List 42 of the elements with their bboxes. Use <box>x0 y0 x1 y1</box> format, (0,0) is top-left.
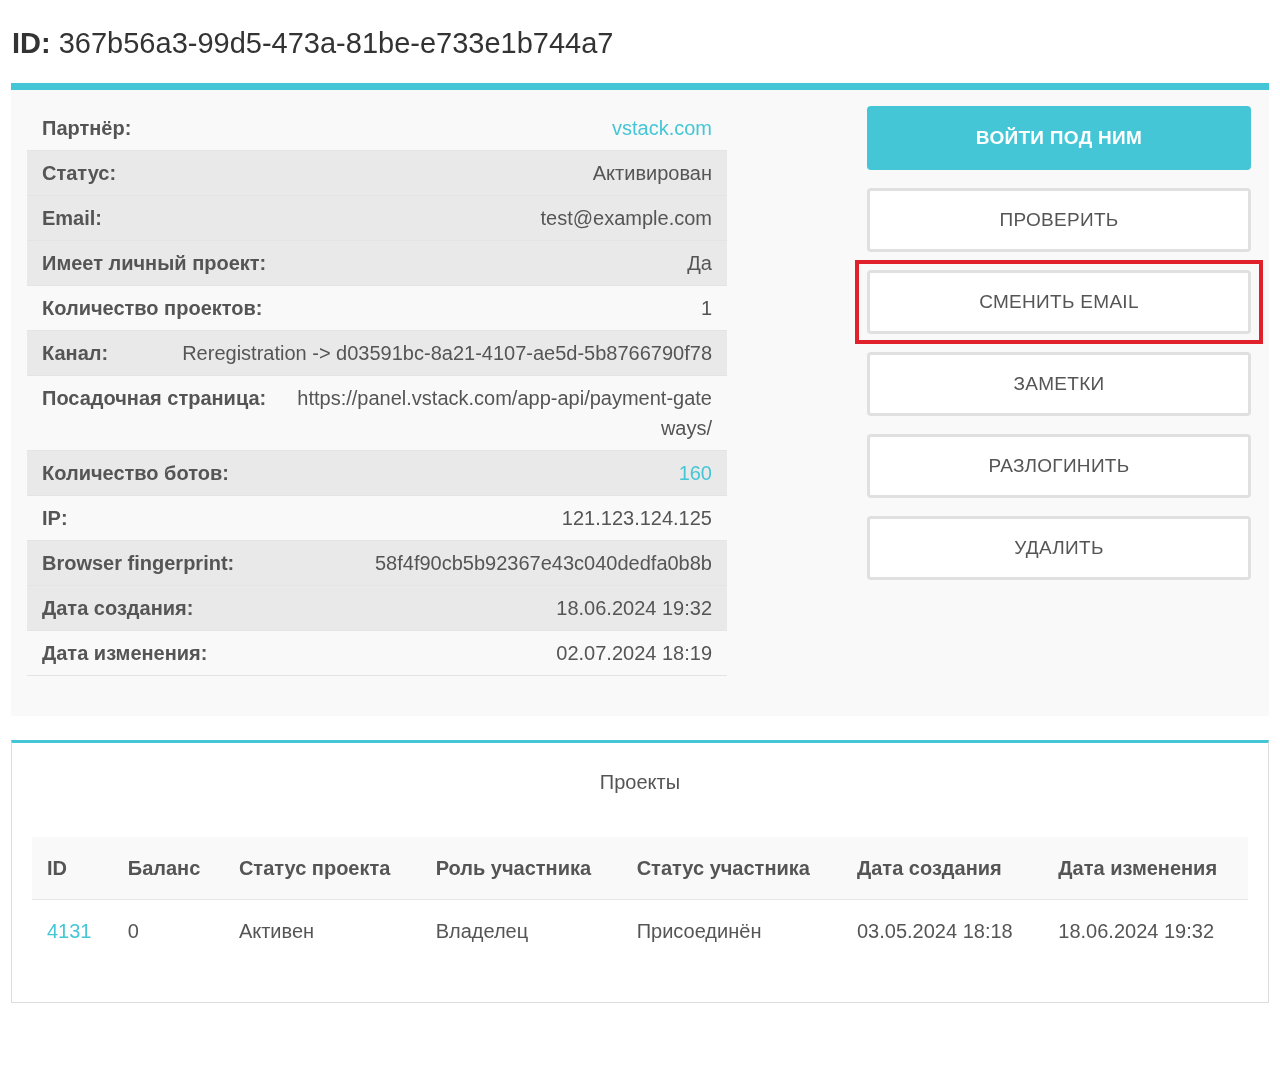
action-button[interactable]: СМЕНИТЬ EMAIL <box>867 269 1251 334</box>
detail-label: Статус: <box>42 160 117 186</box>
column-header: Дата создания <box>842 836 1044 900</box>
detail-value: 02.07.2024 18:19 <box>556 640 712 666</box>
detail-label: Дата создания: <box>42 595 194 621</box>
column-header: Дата изменения <box>1043 836 1248 900</box>
page-title: ID: 367b56a3-99d5-473a-81be-e733e1b744a7 <box>12 26 615 61</box>
action-button[interactable]: ЗАМЕТКИ <box>867 351 1251 416</box>
detail-value: Да <box>687 250 712 276</box>
column-header: Роль участника <box>420 836 622 900</box>
table-cell: Присоединён <box>621 899 842 962</box>
detail-value: Активирован <box>592 160 712 186</box>
detail-label: Email: <box>42 205 103 231</box>
table-cell: 03.05.2024 18:18 <box>842 899 1044 962</box>
detail-value: 18.06.2024 19:32 <box>556 595 712 621</box>
detail-label: Browser fingerprint: <box>42 550 235 576</box>
detail-label: Количество проектов: <box>42 295 263 321</box>
column-header: Статус участника <box>621 836 842 900</box>
table-cell: 0 <box>112 899 224 962</box>
detail-value: 121.123.124.125 <box>561 505 712 531</box>
detail-label: Канал: <box>42 340 109 366</box>
table-cell: Владелец <box>420 899 622 962</box>
detail-value: https://panel.vstack.com/app-api/payment-gateways/ <box>296 385 712 441</box>
column-header: ID <box>32 836 113 900</box>
action-button[interactable]: ПРОВЕРИТЬ <box>867 187 1251 252</box>
detail-label: Имеет личный проект: <box>42 250 267 276</box>
action-button[interactable]: РАЗЛОГИНИТЬ <box>867 433 1251 498</box>
detail-value: 58f4f90cb5b92367e43c040dedfa0b8b <box>375 550 712 576</box>
detail-label: Дата изменения: <box>42 640 208 666</box>
table-cell: 18.06.2024 19:32 <box>1043 899 1248 962</box>
action-button[interactable]: УДАЛИТЬ <box>867 515 1251 580</box>
column-header: Статус проекта <box>223 836 421 900</box>
table-cell: Активен <box>223 899 421 962</box>
detail-label: IP: <box>42 505 68 531</box>
column-header: Баланс <box>112 836 224 900</box>
detail-label: Партнёр: <box>42 115 132 141</box>
detail-label: Посадочная страница: <box>42 385 267 411</box>
detail-value: Reregistration -> d03591bc-8a21-4107-ae5d-5b8766790f78 <box>182 340 712 366</box>
detail-value: test@example.com <box>540 205 712 231</box>
detail-label: Количество ботов: <box>42 460 229 486</box>
projects-title: Проекты <box>598 769 682 795</box>
detail-value: 1 <box>700 295 712 321</box>
